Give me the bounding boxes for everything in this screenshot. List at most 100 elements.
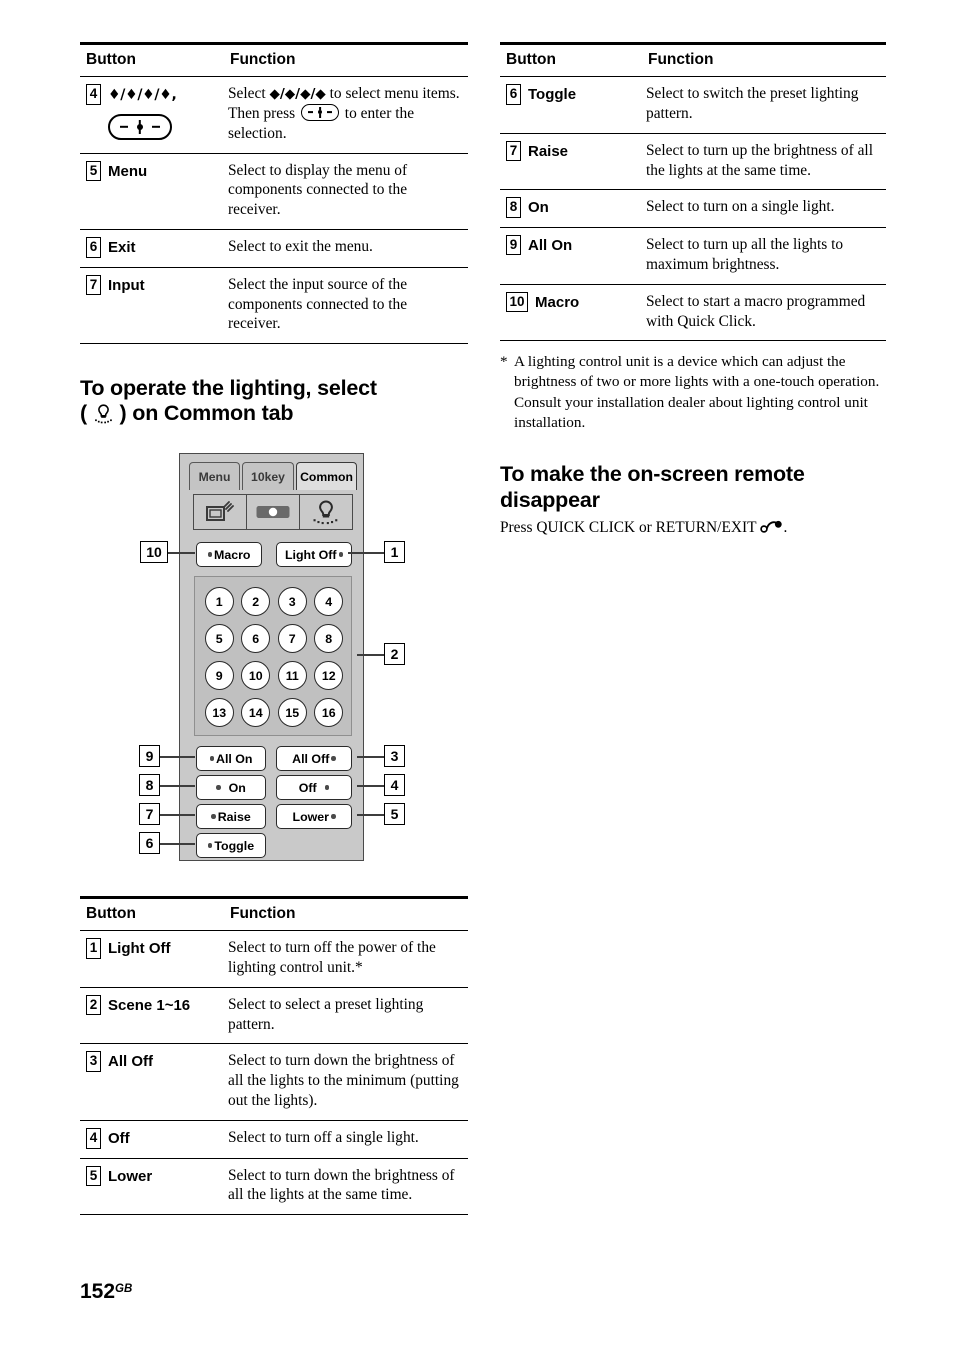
page-number-value: 152 (80, 1280, 116, 1303)
callout-number: 7 (506, 140, 521, 162)
heading-line-1: To operate the lighting, select (80, 376, 377, 401)
button-cell: 10 Macro (500, 284, 640, 342)
button-label: Input (108, 276, 145, 294)
scene-button-3[interactable]: 3 (277, 587, 307, 616)
remote-button-toggle[interactable]: Toggle (196, 833, 266, 858)
direction-arrows-inline: ◆/◆/◆/◆ (269, 86, 326, 102)
heading-line-2: disappear (500, 487, 600, 512)
remote-button-label: Off (298, 780, 317, 795)
remote-button-all-off[interactable]: All Off (276, 746, 352, 771)
leader-line-9 (160, 756, 195, 758)
callout-number: 8 (506, 197, 521, 218)
column-header-button: Button (80, 896, 222, 931)
device-tv-cell[interactable] (194, 495, 246, 529)
scene-button-5[interactable]: 5 (204, 624, 234, 653)
column-header-button: Button (500, 42, 640, 77)
scene-button-9[interactable]: 9 (204, 661, 234, 690)
device-lighting-cell[interactable] (299, 495, 352, 529)
scene-button-1[interactable]: 1 (204, 587, 234, 616)
leader-line-7 (160, 814, 195, 816)
callout-number: 1 (86, 938, 101, 959)
enter-button-icon (108, 113, 172, 140)
scene-button-group: 1 2 3 4 5 6 7 8 9 10 11 12 13 14 15 16 (194, 576, 352, 736)
table-row: 9 All On Select to turn up all the lights… (500, 227, 886, 285)
direction-arrows-label: ♦/♦/♦/♦, (108, 87, 177, 103)
scene-button-15[interactable]: 15 (277, 698, 307, 727)
remote-button-label: Raise (217, 809, 251, 824)
page-number-suffix: GB (115, 1283, 133, 1295)
leader-line-5 (357, 814, 384, 816)
scene-button-10[interactable]: 10 (241, 661, 271, 690)
leader-line-1 (348, 552, 384, 554)
tab-common[interactable]: Common (296, 462, 357, 490)
section-heading-disappear: To make the on-screen remote disappear (500, 462, 886, 512)
callout-number: 6 (86, 237, 101, 258)
remote-button-off[interactable]: Off (276, 775, 352, 800)
tab-10key[interactable]: 10key (242, 462, 294, 490)
leader-line-4 (357, 785, 384, 787)
table-row: 8 On Select to turn on a single light. (500, 189, 886, 228)
scene-button-12[interactable]: 12 (314, 661, 344, 690)
function-cell: Select to turn down the brightness of al… (222, 1043, 468, 1122)
remote-button-label: All On (216, 751, 253, 766)
button-label: Lower (108, 1167, 153, 1185)
right-column: Button Function 6 Toggle Select to switch… (500, 42, 886, 540)
left-function-table: Button Function 4 ♦/♦/♦/♦, Select ◆/◆/◆/◆… (80, 42, 468, 345)
table-row: 3 All Off Select to turn down the brightn… (80, 1043, 468, 1122)
button-cell: 4 Off (80, 1120, 222, 1159)
remote-button-label: On (228, 780, 246, 795)
function-cell: Select to start a macro programmed with … (640, 284, 886, 342)
table-row: 2 Scene 1~16 Select to select a preset li… (80, 987, 468, 1045)
callout-number: 4 (86, 84, 101, 105)
heading-line-2-rest: ) on Common tab (119, 401, 294, 426)
button-label: Raise (528, 142, 569, 160)
scene-button-16[interactable]: 16 (314, 698, 344, 727)
tab-menu[interactable]: Menu (189, 462, 240, 490)
function-text-pre: Select (228, 85, 270, 102)
table-row: 1 Light Off Select to turn off the power … (80, 930, 468, 988)
remote-button-on[interactable]: On (196, 775, 266, 800)
callout-number: 10 (506, 291, 529, 313)
remote-button-macro[interactable]: Macro (196, 542, 262, 567)
scene-button-13[interactable]: 13 (204, 698, 234, 727)
remote-button-raise[interactable]: Raise (196, 804, 266, 829)
footnote-block: * A lighting control unit is a device wh… (500, 352, 886, 432)
scene-button-7[interactable]: 7 (277, 624, 307, 653)
function-cell: Select to display the menu of components… (222, 153, 468, 231)
button-label: All On (528, 236, 573, 254)
heading-line-1: To make the on-screen remote (500, 462, 805, 487)
remote-body: Menu 10key Common Macro Light Off 1 2 3 … (179, 453, 364, 861)
scene-button-8[interactable]: 8 (314, 624, 344, 653)
column-header-function: Function (222, 42, 468, 77)
callout-5: 5 (384, 803, 405, 825)
scene-grid: 1 2 3 4 5 6 7 8 9 10 11 12 13 14 15 16 (201, 583, 347, 731)
table-header-row: Button Function (500, 42, 886, 77)
table-row: 5 Lower Select to turn down the brightnes… (80, 1158, 468, 1216)
function-cell: Select to select a preset lighting patte… (222, 987, 468, 1045)
remote-button-lower[interactable]: Lower (276, 804, 352, 829)
device-projector-cell[interactable] (246, 495, 299, 529)
led-indicator (331, 756, 336, 761)
scene-button-2[interactable]: 2 (241, 587, 271, 616)
leader-line-2 (357, 654, 384, 656)
led-indicator (338, 552, 344, 557)
button-cell: 8 On (500, 189, 640, 228)
remote-button-light-off[interactable]: Light Off (276, 542, 352, 567)
footnote-text-2: Consult your installation dealer about l… (514, 393, 868, 431)
scene-button-14[interactable]: 14 (241, 698, 271, 727)
button-cell: 1 Light Off (80, 930, 222, 988)
button-label: Macro (535, 293, 580, 311)
button-label: All Off (108, 1053, 153, 1071)
scene-button-4[interactable]: 4 (314, 587, 344, 616)
right-function-table: Button Function 6 Toggle Select to switch… (500, 42, 886, 342)
table-header-row: Button Function (80, 896, 468, 931)
button-cell: 5 Menu (80, 153, 222, 231)
remote-button-all-on[interactable]: All On (196, 746, 266, 771)
enter-button-icon-inline (300, 103, 339, 121)
scene-button-6[interactable]: 6 (241, 624, 271, 653)
remote-button-label: Lower (292, 809, 330, 824)
callout-number: 7 (86, 274, 101, 296)
projector-icon (256, 506, 290, 518)
callout-7: 7 (139, 803, 160, 825)
scene-button-11[interactable]: 11 (277, 661, 307, 690)
